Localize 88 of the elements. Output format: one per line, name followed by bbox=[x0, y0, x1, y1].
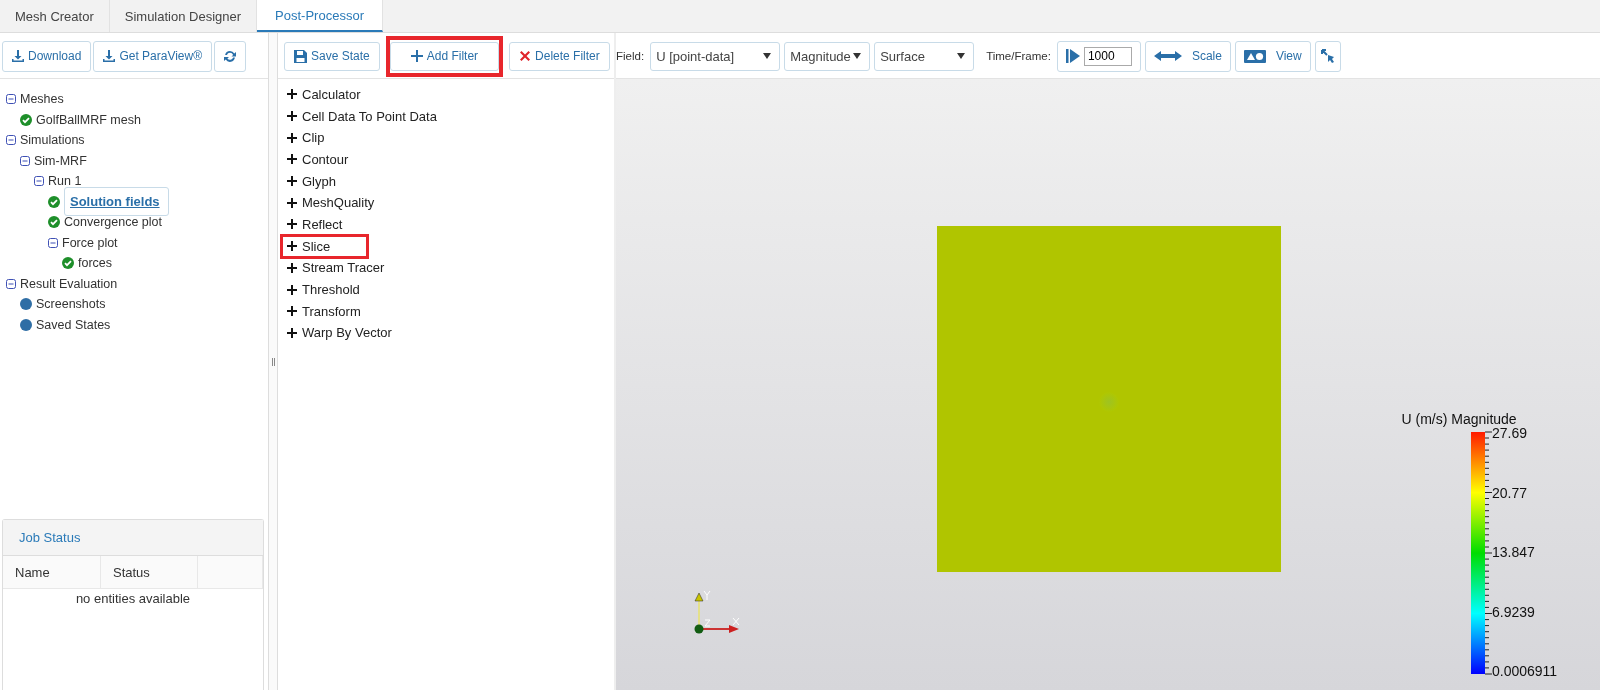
tree-item[interactable]: GolfBallMRF mesh bbox=[36, 112, 141, 127]
plus-icon bbox=[287, 241, 297, 252]
close-icon bbox=[519, 50, 532, 62]
check-circle-icon bbox=[48, 216, 60, 229]
plus-icon bbox=[287, 111, 297, 122]
filter-item[interactable]: Cell Data To Point Data bbox=[283, 106, 437, 126]
filter-item[interactable]: Threshold bbox=[283, 280, 360, 299]
collapse-icon bbox=[48, 237, 58, 248]
field-dropdown[interactable]: U [point-data] bbox=[650, 41, 781, 71]
scale-label: 0.0006911 bbox=[1492, 663, 1558, 679]
tree-item[interactable]: Meshes bbox=[20, 92, 64, 107]
tree-item[interactable]: Screenshots bbox=[36, 297, 106, 312]
dropdown-caret-icon bbox=[957, 53, 966, 59]
tree-item[interactable]: Sim-MRF bbox=[34, 153, 87, 168]
tree-item[interactable]: Simulations bbox=[20, 133, 85, 148]
plus-icon bbox=[287, 197, 297, 208]
check-circle-icon bbox=[62, 257, 74, 270]
reset-camera-button[interactable] bbox=[1314, 40, 1341, 72]
filter-item[interactable]: Stream Tracer bbox=[283, 258, 385, 278]
filter-item[interactable]: MeshQuality bbox=[283, 193, 375, 213]
double-arrow-icon bbox=[1153, 51, 1182, 61]
plus-icon bbox=[287, 284, 297, 295]
panel-title: Job Status bbox=[3, 520, 263, 556]
scale-label: 27.69 bbox=[1492, 425, 1529, 441]
filter-item[interactable]: Calculator bbox=[283, 85, 361, 104]
column-header: Name bbox=[3, 556, 101, 589]
plus-icon bbox=[287, 132, 297, 143]
plus-icon bbox=[410, 50, 423, 62]
tree-item[interactable]: forces bbox=[78, 256, 113, 271]
tree-item[interactable]: Convergence plot bbox=[64, 215, 162, 230]
dropdown-caret-icon bbox=[853, 53, 862, 59]
plus-icon bbox=[287, 306, 297, 317]
check-circle-icon bbox=[48, 195, 60, 208]
delete-filter-button[interactable]: Delete Filter bbox=[509, 41, 610, 71]
scale-button[interactable]: Scale bbox=[1144, 40, 1231, 72]
filter-item[interactable]: Glyph bbox=[283, 171, 336, 191]
camera-reset-icon bbox=[1320, 49, 1335, 63]
plus-icon bbox=[287, 327, 297, 338]
scale-label: 13.847 bbox=[1492, 544, 1536, 560]
tree-item[interactable]: Solution fields bbox=[64, 187, 169, 217]
dot-icon bbox=[20, 298, 32, 311]
download-button[interactable]: Download bbox=[2, 40, 92, 72]
render-viewport[interactable]: U (m/s) Magnitude 27.69 20.77 13.847 6.9239 0.0006911 bbox=[616, 79, 1600, 690]
save-state-button[interactable]: Save State bbox=[284, 41, 380, 71]
plus-icon bbox=[287, 89, 297, 100]
plus-icon bbox=[287, 176, 297, 187]
filter-item[interactable]: Reflect bbox=[283, 215, 343, 234]
empty-message: no entities available bbox=[74, 590, 192, 608]
play-step-icon bbox=[1065, 49, 1080, 63]
download-icon bbox=[12, 50, 24, 62]
field-label: Field: bbox=[616, 50, 645, 62]
tree-item[interactable]: Saved States bbox=[36, 317, 111, 332]
scale-label: 20.77 bbox=[1492, 484, 1529, 501]
tree-item[interactable]: Result Evaluation bbox=[20, 276, 118, 291]
splitter-handle[interactable] bbox=[269, 33, 278, 690]
dropdown-caret-icon bbox=[763, 53, 772, 59]
scale-label: 6.9239 bbox=[1492, 603, 1536, 620]
download-button[interactable]: Get ParaView® bbox=[93, 40, 213, 72]
representation-dropdown[interactable]: Surface bbox=[874, 41, 975, 71]
filter-item[interactable]: Contour bbox=[283, 150, 349, 169]
column-header: Status bbox=[101, 556, 198, 589]
add-filter-button[interactable]: Add Filter bbox=[389, 41, 500, 71]
collapse-icon bbox=[6, 94, 16, 105]
collapse-icon bbox=[6, 135, 16, 146]
collapse-icon bbox=[20, 155, 30, 166]
tab[interactable]: Post-Processor bbox=[257, 0, 383, 32]
plus-icon bbox=[287, 262, 297, 273]
filter-item[interactable]: Warp By Vector bbox=[283, 323, 392, 343]
plus-icon bbox=[287, 154, 297, 165]
tab[interactable]: Mesh Creator bbox=[0, 0, 110, 32]
legend-title: U (m/s) Magnitude bbox=[1401, 411, 1517, 427]
shapes-icon bbox=[1243, 49, 1266, 63]
time-frame-label: Time/Frame: bbox=[986, 50, 1051, 62]
filter-item[interactable]: Transform bbox=[283, 301, 361, 321]
component-dropdown[interactable]: Magnitude bbox=[784, 41, 871, 71]
view-button[interactable]: View bbox=[1234, 40, 1311, 72]
collapse-icon bbox=[6, 278, 16, 289]
plus-icon bbox=[287, 219, 297, 230]
tree-item[interactable]: Force plot bbox=[62, 235, 118, 250]
time-frame-field[interactable]: 1000 bbox=[1083, 46, 1132, 66]
filter-item[interactable]: Clip bbox=[283, 128, 325, 148]
collapse-icon bbox=[34, 176, 44, 187]
check-circle-icon bbox=[20, 113, 32, 126]
dot-icon bbox=[20, 318, 32, 331]
download-icon bbox=[103, 50, 116, 62]
refresh-button[interactable] bbox=[214, 40, 247, 72]
tree-item[interactable]: Run 1 bbox=[48, 174, 82, 189]
refresh-icon bbox=[224, 50, 237, 62]
